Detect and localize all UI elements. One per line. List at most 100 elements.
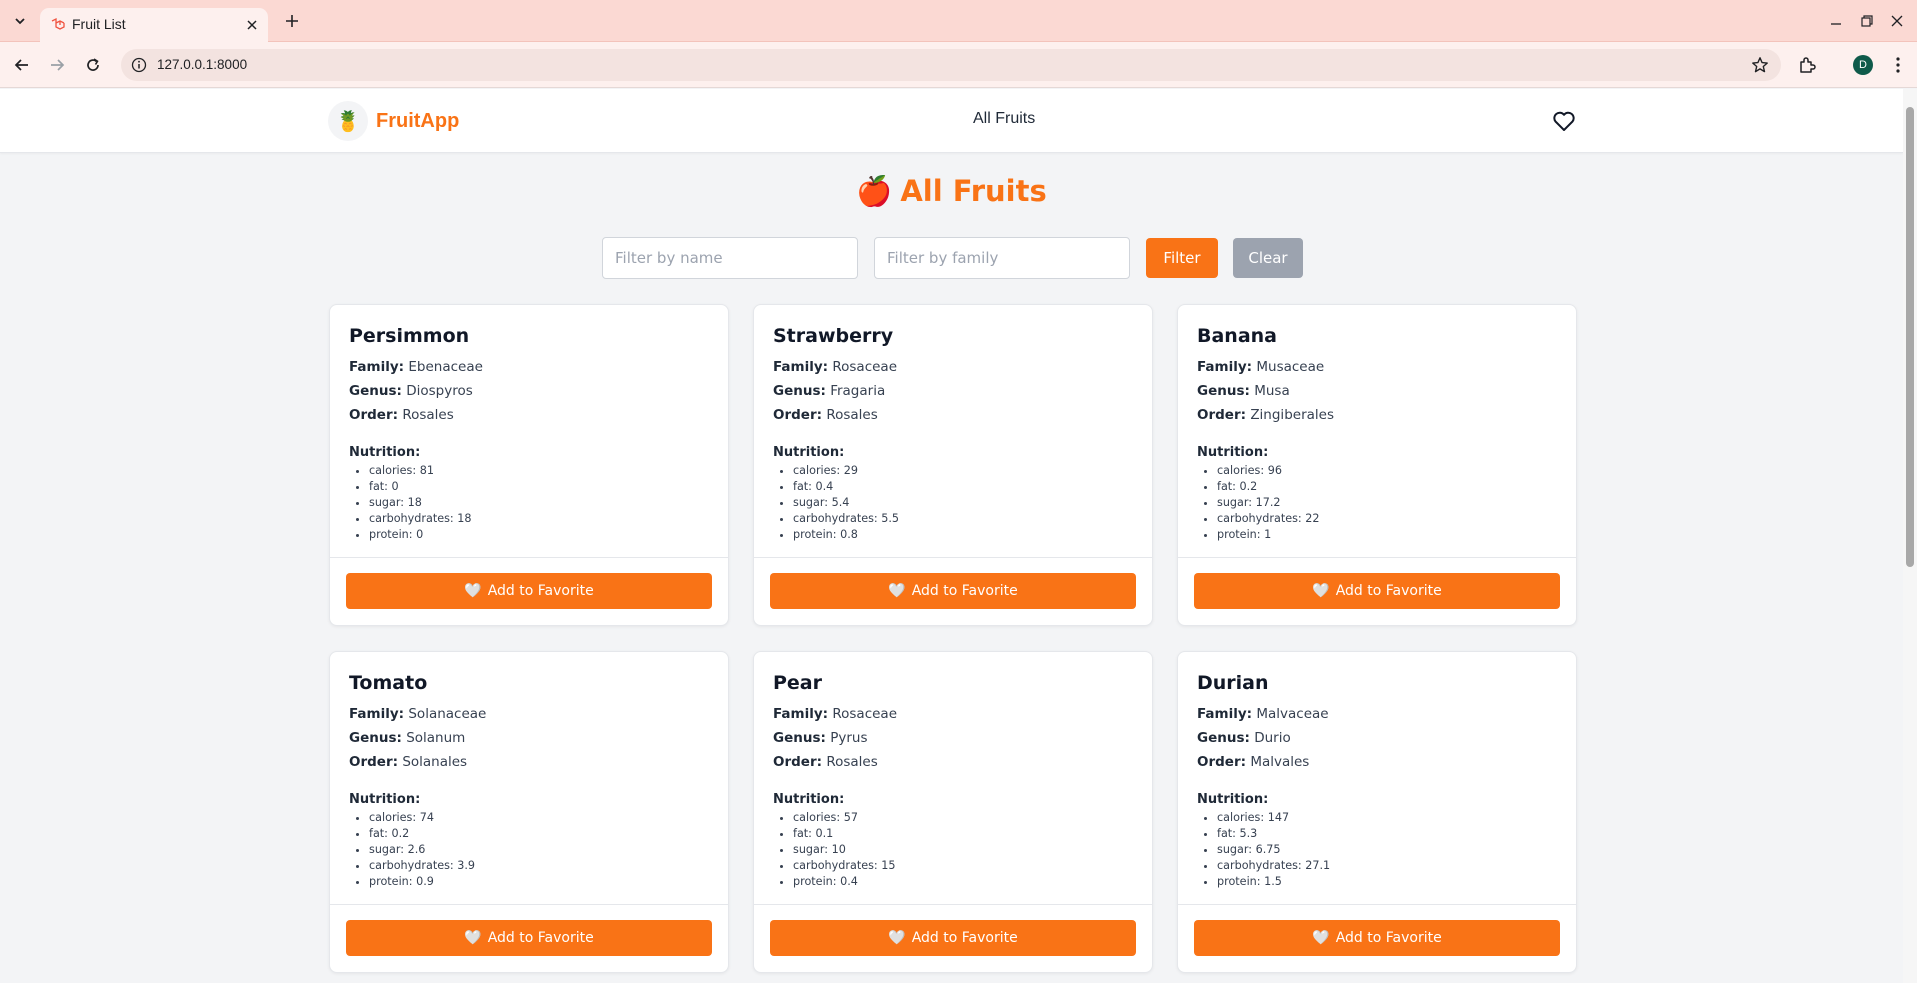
order-value: Zingiberales — [1250, 407, 1334, 423]
forward-button[interactable] — [45, 53, 69, 77]
fruit-genus: Genus: Musa — [1197, 383, 1290, 399]
genus-label: Genus: — [349, 383, 402, 399]
page-scrollbar[interactable] — [1903, 89, 1917, 983]
order-label: Order: — [1197, 407, 1247, 423]
nutrition-item: calories: 147 — [1217, 810, 1330, 826]
genus-label: Genus: — [773, 383, 826, 399]
nutrition-list: calories: 96 fat: 0.2 sugar: 17.2 carboh… — [1217, 463, 1319, 543]
laravel-logo-icon — [51, 17, 65, 30]
scrollbar-thumb[interactable] — [1906, 107, 1914, 567]
browser-menu-button[interactable] — [1890, 55, 1906, 75]
fruit-family: Family: Solanaceae — [349, 706, 486, 722]
add-to-favorite-button[interactable]: 🤍 Add to Favorite — [770, 920, 1136, 956]
browser-tab[interactable]: Fruit List — [40, 8, 268, 42]
nutrition-item: carbohydrates: 15 — [793, 858, 895, 874]
nutrition-item: fat: 0.2 — [369, 826, 475, 842]
fruit-genus: Genus: Durio — [1197, 730, 1291, 746]
fruit-card: Pear Family: Rosaceae Genus: Pyrus Order… — [753, 651, 1153, 973]
genus-label: Genus: — [1197, 730, 1250, 746]
nutrition-item: carbohydrates: 27.1 — [1217, 858, 1330, 874]
genus-label: Genus: — [1197, 383, 1250, 399]
extensions-icon[interactable] — [1797, 55, 1817, 75]
back-button[interactable] — [10, 53, 34, 77]
minimize-icon — [1831, 23, 1841, 25]
page-viewport: 🍍 FruitApp All Fruits 🍎 All Fruits Filter… — [0, 89, 1917, 983]
family-label: Family: — [349, 359, 405, 375]
filter-name-input[interactable] — [602, 237, 858, 279]
nutrition-list: calories: 81 fat: 0 sugar: 18 carbohydra… — [369, 463, 471, 543]
site-info-icon[interactable] — [131, 57, 147, 73]
nutrition-item: carbohydrates: 18 — [369, 511, 471, 527]
restore-icon — [1861, 15, 1873, 27]
add-to-favorite-button[interactable]: 🤍 Add to Favorite — [1194, 920, 1560, 956]
close-window-button[interactable] — [1888, 12, 1906, 30]
pineapple-logo-icon: 🍍 — [328, 101, 368, 141]
order-label: Order: — [349, 407, 399, 423]
nutrition-item: calories: 81 — [369, 463, 471, 479]
brand-link[interactable]: 🍍 FruitApp — [328, 101, 459, 141]
order-value: Rosales — [826, 407, 878, 423]
restore-button[interactable] — [1858, 12, 1876, 30]
profile-avatar[interactable]: D — [1853, 55, 1873, 75]
tab-search-button[interactable] — [8, 9, 32, 33]
clear-button[interactable]: Clear — [1233, 238, 1303, 278]
family-label: Family: — [773, 359, 829, 375]
nutrition-item: protein: 0 — [369, 527, 471, 543]
genus-label: Genus: — [773, 730, 826, 746]
card-divider — [330, 904, 728, 905]
page-title: 🍎 All Fruits — [0, 174, 1903, 209]
add-to-favorite-label: Add to Favorite — [1335, 930, 1442, 946]
fruit-name: Durian — [1197, 672, 1269, 694]
add-to-favorite-label: Add to Favorite — [1335, 583, 1442, 599]
fruit-card: Tomato Family: Solanaceae Genus: Solanum… — [329, 651, 729, 973]
nutrition-list: calories: 57 fat: 0.1 sugar: 10 carbohyd… — [793, 810, 895, 890]
family-value: Solanaceae — [408, 706, 487, 722]
fruit-genus: Genus: Solanum — [349, 730, 465, 746]
add-to-favorite-button[interactable]: 🤍 Add to Favorite — [770, 573, 1136, 609]
nutrition-item: calories: 74 — [369, 810, 475, 826]
bookmark-star-icon[interactable] — [1751, 56, 1769, 74]
nutrition-item: calories: 96 — [1217, 463, 1319, 479]
filter-family-input[interactable] — [874, 237, 1130, 279]
order-label: Order: — [1197, 754, 1247, 770]
order-label: Order: — [773, 407, 823, 423]
add-to-favorite-label: Add to Favorite — [487, 583, 594, 599]
nutrition-heading: Nutrition: — [773, 445, 845, 460]
page-title-text: All Fruits — [900, 174, 1047, 208]
white-heart-icon: 🤍 — [888, 930, 906, 946]
order-value: Rosales — [826, 754, 878, 770]
order-value: Solanales — [402, 754, 468, 770]
add-to-favorite-button[interactable]: 🤍 Add to Favorite — [1194, 573, 1560, 609]
nutrition-item: sugar: 18 — [369, 495, 471, 511]
genus-value: Musa — [1254, 383, 1290, 399]
add-to-favorite-label: Add to Favorite — [911, 583, 1018, 599]
address-bar[interactable]: 127.0.0.1:8000 — [121, 49, 1781, 81]
new-tab-button[interactable] — [282, 11, 302, 31]
minimize-button[interactable] — [1827, 12, 1845, 30]
genus-value: Pyrus — [830, 730, 868, 746]
add-to-favorite-button[interactable]: 🤍 Add to Favorite — [346, 573, 712, 609]
card-divider — [1178, 904, 1576, 905]
add-to-favorite-label: Add to Favorite — [487, 930, 594, 946]
nutrition-item: carbohydrates: 5.5 — [793, 511, 899, 527]
nutrition-heading: Nutrition: — [1197, 445, 1269, 460]
filter-button[interactable]: Filter — [1146, 238, 1218, 278]
apple-icon: 🍎 — [856, 174, 893, 208]
genus-value: Fragaria — [830, 383, 886, 399]
fruit-order: Order: Malvales — [1197, 754, 1309, 770]
nutrition-item: sugar: 10 — [793, 842, 895, 858]
white-heart-icon: 🤍 — [888, 583, 906, 599]
close-icon — [247, 20, 257, 30]
fruit-name: Banana — [1197, 325, 1277, 347]
nutrition-item: protein: 1.5 — [1217, 874, 1330, 890]
add-to-favorite-button[interactable]: 🤍 Add to Favorite — [346, 920, 712, 956]
site-header: 🍍 FruitApp All Fruits — [0, 89, 1903, 153]
heart-outline-icon[interactable] — [1552, 110, 1576, 132]
nutrition-heading: Nutrition: — [349, 445, 421, 460]
reload-button[interactable] — [81, 53, 105, 77]
browser-tab-strip: Fruit List — [0, 0, 1917, 42]
nutrition-item: protein: 0.8 — [793, 527, 899, 543]
nav-all-fruits-link[interactable]: All Fruits — [973, 110, 1035, 128]
tab-close-button[interactable] — [244, 17, 260, 33]
fruit-name: Strawberry — [773, 325, 894, 347]
